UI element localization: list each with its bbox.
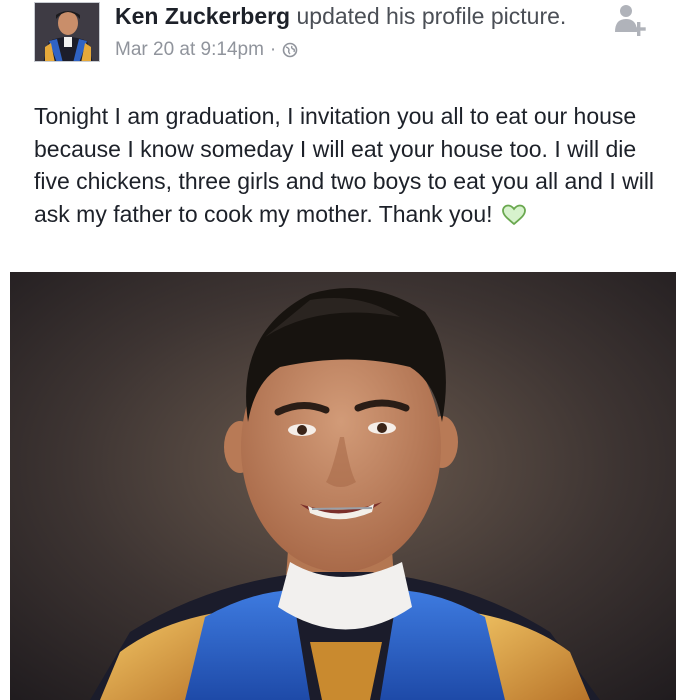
post-message: Tonight I am graduation, I invitation yo… xyxy=(34,103,655,227)
avatar-graduate-image xyxy=(35,3,99,61)
globe-icon[interactable] xyxy=(282,42,298,58)
post-action: updated his profile picture. xyxy=(296,3,567,29)
post-headline: Ken Zuckerberg updated his profile pictu… xyxy=(115,2,585,31)
green-heart-icon xyxy=(501,204,526,225)
post-header: Ken Zuckerberg updated his profile pictu… xyxy=(0,0,700,95)
post-body: Tonight I am graduation, I invitation yo… xyxy=(34,100,664,230)
author-name[interactable]: Ken Zuckerberg xyxy=(115,3,290,29)
post-header-text: Ken Zuckerberg updated his profile pictu… xyxy=(115,2,585,61)
meta-separator: · xyxy=(269,39,277,60)
avatar[interactable] xyxy=(34,2,100,62)
post-meta: Mar 20 at 9:14pm · xyxy=(115,39,585,61)
profile-photo-container xyxy=(0,272,700,700)
add-friend-icon[interactable] xyxy=(610,2,650,42)
profile-photo[interactable] xyxy=(10,272,676,700)
post-timestamp[interactable]: Mar 20 at 9:14pm xyxy=(115,39,264,61)
